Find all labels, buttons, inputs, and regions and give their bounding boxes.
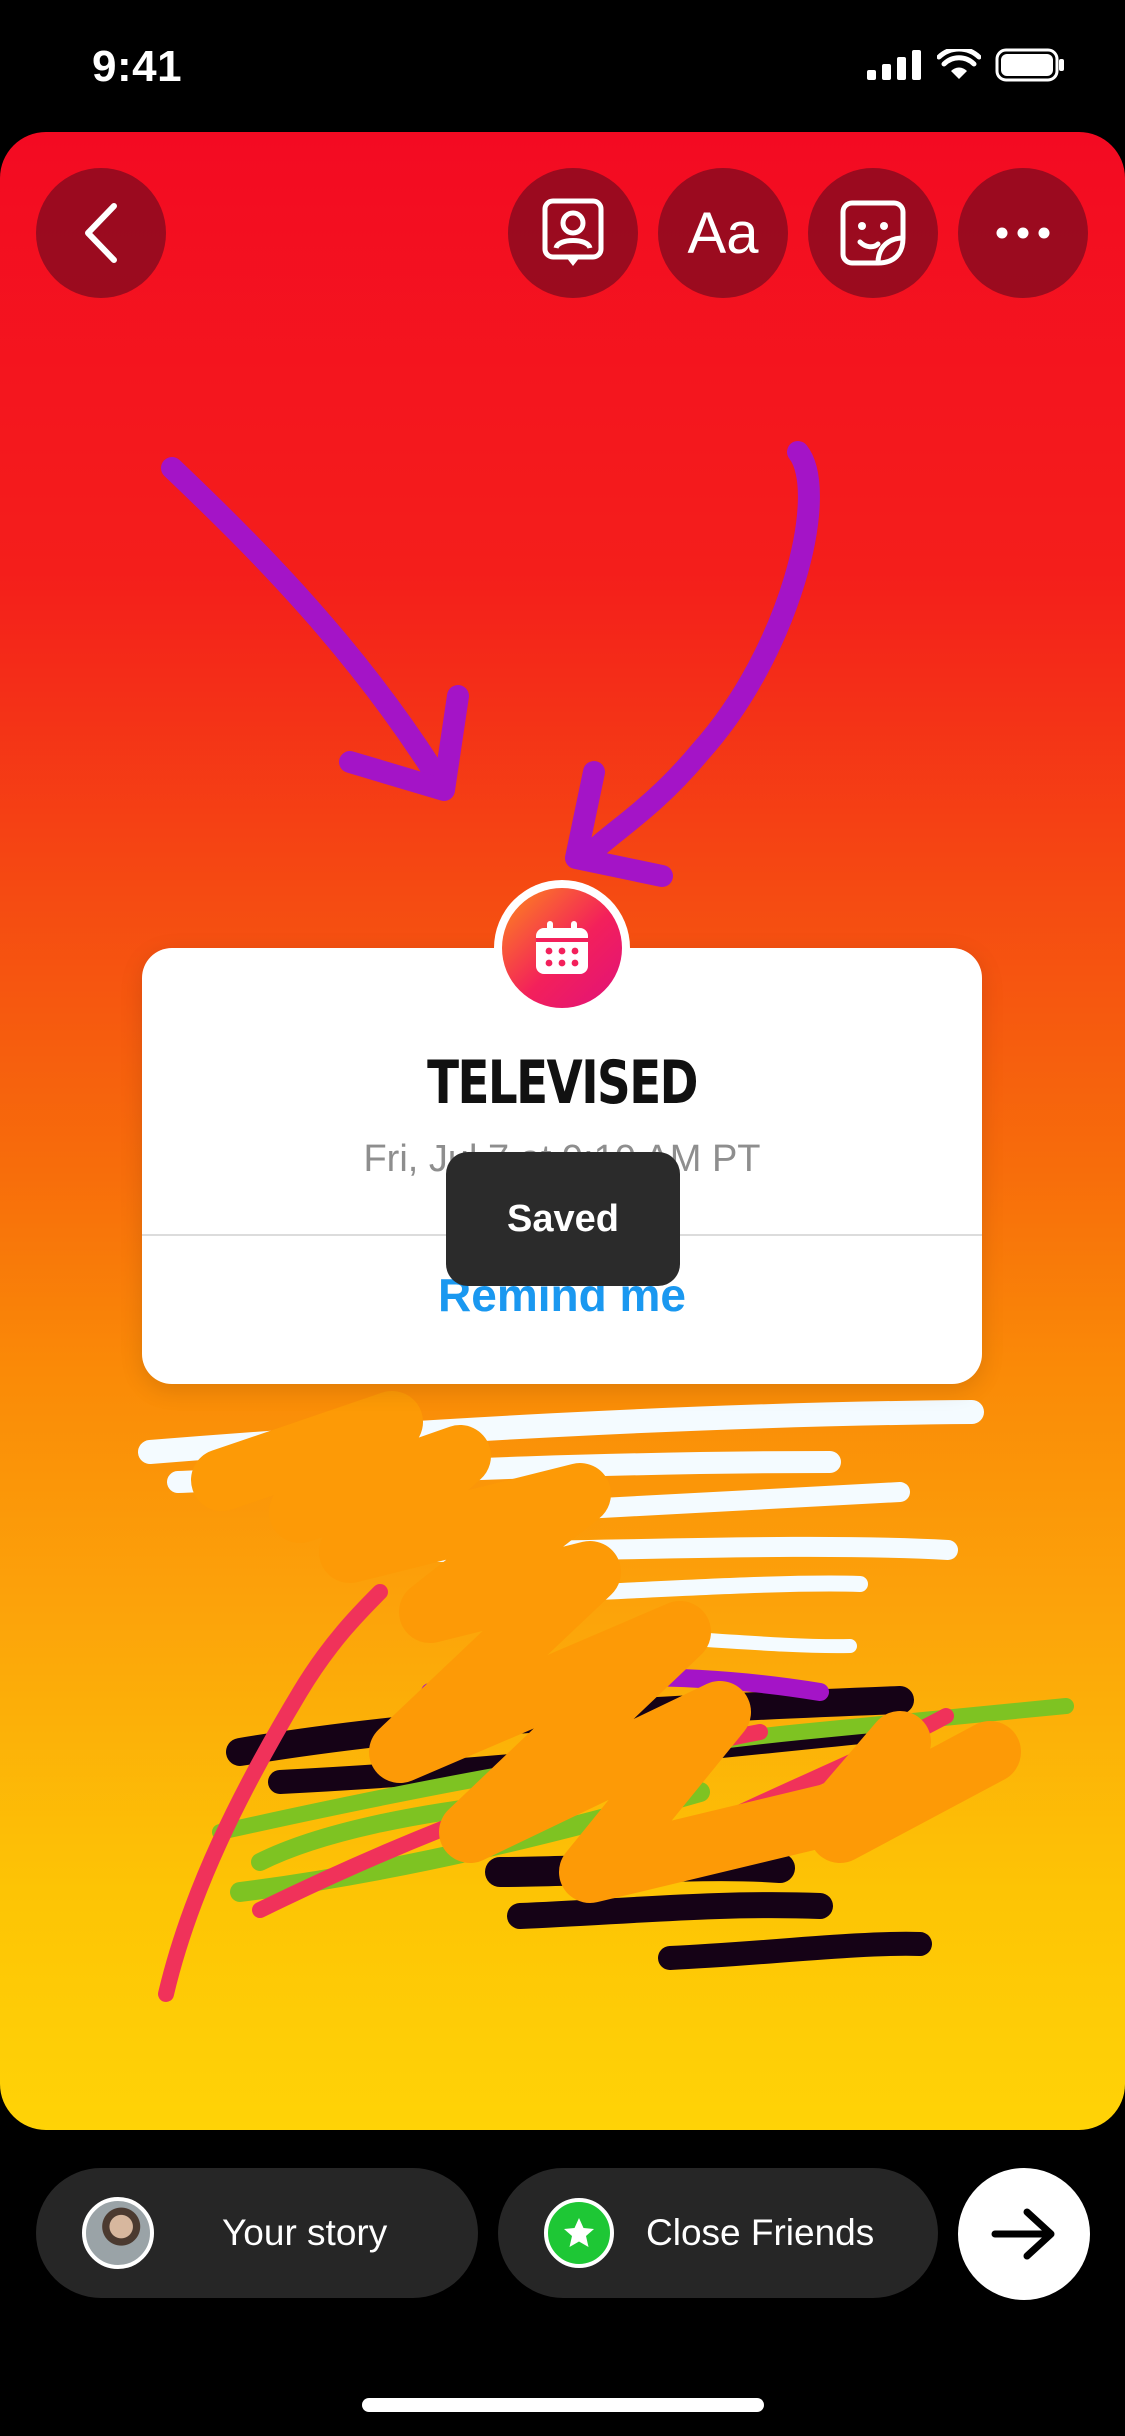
status-icons — [867, 48, 1065, 82]
event-title: TELEVISED — [427, 1048, 698, 1118]
mention-sticker-icon — [542, 198, 604, 266]
status-time: 9:41 — [92, 42, 183, 91]
story-canvas[interactable]: Aa TELEVISED Fri, Jul 7 at 9:10 AM PT Re… — [0, 132, 1125, 2130]
next-button[interactable] — [958, 2168, 1090, 2300]
your-story-button[interactable]: Your story — [36, 2168, 478, 2298]
avatar — [82, 2197, 154, 2269]
arrow-stroke-left — [161, 457, 455, 799]
sticker-button[interactable] — [808, 168, 938, 298]
battery-icon — [995, 48, 1064, 82]
close-friends-star-icon — [544, 2198, 614, 2268]
mention-sticker-button[interactable] — [508, 168, 638, 298]
text-tool-label: Aa — [687, 200, 759, 266]
event-badge — [494, 880, 630, 1016]
sticker-icon — [840, 200, 906, 266]
calendar-icon — [536, 921, 588, 974]
more-button[interactable] — [958, 168, 1088, 298]
wifi-icon — [937, 49, 981, 79]
cellular-signal-icon — [867, 50, 921, 80]
saved-toast-label: Saved — [507, 1197, 619, 1240]
more-horizontal-icon — [996, 227, 1050, 239]
your-story-label: Your story — [222, 2212, 388, 2253]
text-tool-button[interactable]: Aa — [658, 168, 788, 298]
back-button[interactable] — [36, 168, 166, 298]
chevron-left-icon — [85, 203, 117, 263]
arrow-right-icon — [991, 2208, 1055, 2260]
share-bar: Your story Close Friends — [0, 2168, 1125, 2304]
close-friends-label: Close Friends — [646, 2212, 875, 2253]
arrow-stroke-right — [575, 441, 820, 869]
home-indicator — [362, 2398, 764, 2412]
saved-toast: Saved — [446, 1152, 680, 1286]
close-friends-button[interactable]: Close Friends — [498, 2168, 938, 2298]
status-bar: 9:41 — [0, 0, 1125, 130]
